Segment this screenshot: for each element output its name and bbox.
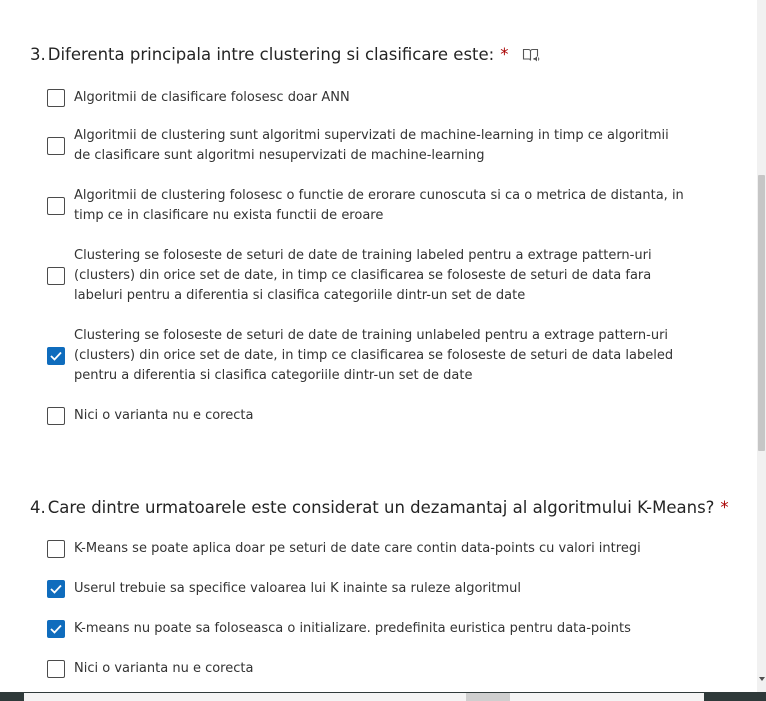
checkmark-icon: [50, 351, 62, 361]
option-4-2: Userul trebuie sa specifice valoarea lui…: [47, 579, 686, 599]
option-3-6: Nici o varianta nu e corecta: [47, 406, 686, 426]
option-label: Nici o varianta nu e corecta: [74, 408, 254, 423]
option-3-2: Algoritmii de clustering sunt algoritmi …: [47, 126, 686, 166]
scroll-down-arrow-icon[interactable]: [759, 677, 765, 681]
form-page: 3. Diferenta principala intre clustering…: [0, 0, 766, 701]
checkbox[interactable]: [47, 347, 65, 365]
option-3-3: Algoritmii de clustering folosesc o func…: [47, 186, 686, 226]
option-4-4: Nici o varianta nu e corecta: [47, 659, 686, 679]
question-text: Care dintre urmatoarele este considerat …: [47, 498, 715, 517]
option-label: Userul trebuie sa specifice valoarea lui…: [74, 581, 521, 596]
checkbox[interactable]: [47, 407, 65, 425]
bottom-bar: [0, 692, 766, 701]
checkbox[interactable]: [47, 540, 65, 558]
checkbox[interactable]: [47, 620, 65, 638]
vertical-scrollbar[interactable]: [757, 0, 766, 692]
option-label: Nici o varianta nu e corecta: [74, 661, 254, 676]
option-3-1: Algoritmii de clasificare folosesc doar …: [47, 88, 686, 108]
checkmark-icon: [50, 584, 62, 594]
question-4: 4. Care dintre urmatoarele este consider…: [30, 497, 730, 678]
option-label: Clustering se foloseste de seturi de dat…: [74, 328, 674, 383]
scrollbar-thumb[interactable]: [758, 175, 765, 451]
required-star: *: [720, 498, 729, 517]
question-number: 3.: [30, 45, 46, 64]
checkmark-icon: [50, 624, 62, 634]
option-label: Algoritmii de clustering folosesc o func…: [74, 188, 684, 223]
option-label: Algoritmii de clasificare folosesc doar …: [74, 90, 350, 105]
question-title: 4. Care dintre urmatoarele este consider…: [30, 497, 730, 519]
option-3-4: Clustering se foloseste de seturi de dat…: [47, 246, 686, 306]
checkbox[interactable]: [47, 580, 65, 598]
option-4-3: K-means nu poate sa foloseasca o initial…: [47, 619, 686, 639]
required-star: *: [500, 45, 509, 64]
immersive-reader-icon[interactable]: [522, 47, 540, 63]
question-title: 3. Diferenta principala intre clustering…: [30, 44, 730, 66]
checkbox[interactable]: [47, 660, 65, 678]
option-4-1: K-Means se poate aplica doar pe seturi d…: [47, 539, 686, 559]
option-3-5: Clustering se foloseste de seturi de dat…: [47, 326, 686, 386]
checkbox[interactable]: [47, 89, 65, 107]
option-label: K-means nu poate sa foloseasca o initial…: [74, 621, 631, 636]
checkbox[interactable]: [47, 137, 65, 155]
question-text: Diferenta principala intre clustering si…: [47, 45, 495, 64]
checkbox[interactable]: [47, 197, 65, 215]
question-3: 3. Diferenta principala intre clustering…: [30, 44, 730, 425]
horizontal-scrollbar[interactable]: [24, 693, 704, 701]
horizontal-scrollbar-thumb[interactable]: [466, 693, 510, 701]
option-label: Algoritmii de clustering sunt algoritmi …: [74, 128, 669, 163]
option-label: Clustering se foloseste de seturi de dat…: [74, 248, 652, 303]
question-number: 4.: [30, 498, 46, 517]
checkbox[interactable]: [47, 267, 65, 285]
option-label: K-Means se poate aplica doar pe seturi d…: [74, 541, 641, 556]
